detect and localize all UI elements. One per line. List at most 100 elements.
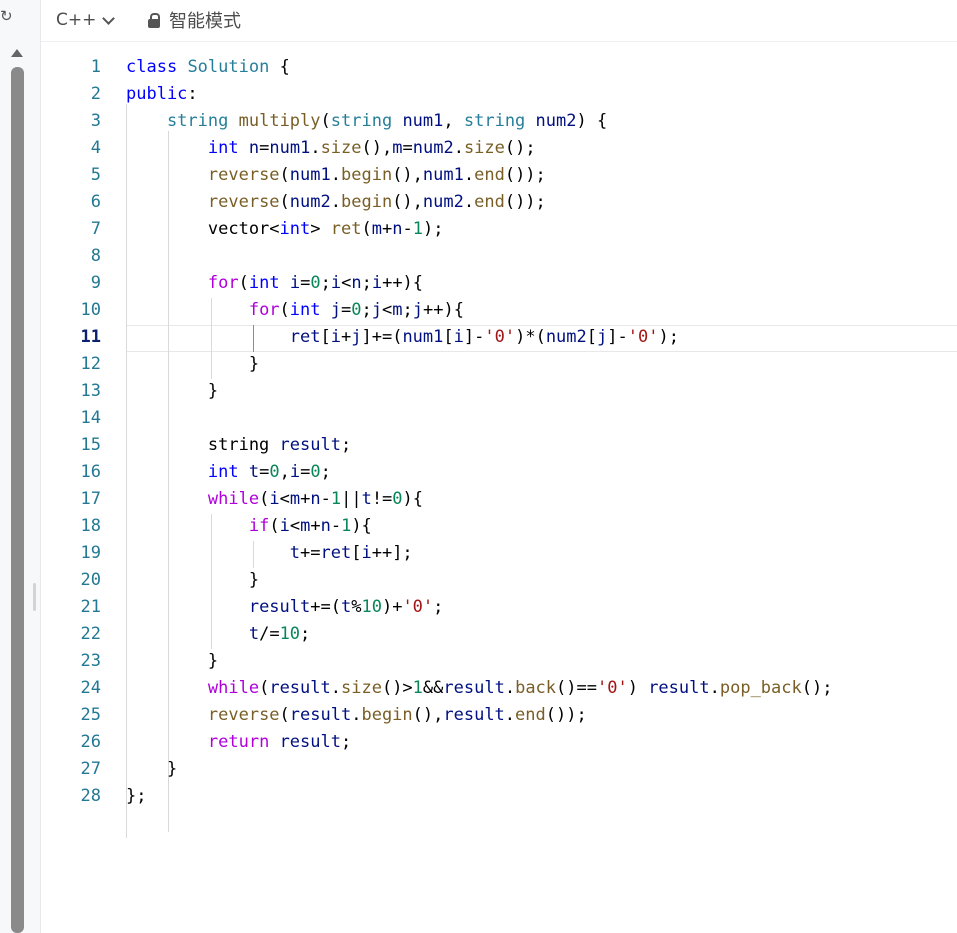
code-token: . [310, 138, 321, 158]
code-line[interactable]: 5 reverse(num1.begin(),num1.end()); [41, 162, 957, 189]
code-token: . [504, 705, 516, 725]
editor-toolbar: C++ 智能模式 [41, 0, 957, 42]
code-token: m [371, 219, 382, 239]
code-token: . [330, 165, 341, 185]
code-token: end [515, 705, 546, 725]
code-line[interactable]: 6 reverse(num2.begin(),num2.end()); [41, 189, 957, 216]
code-line[interactable]: 7 vector<int> ret(m+n-1); [41, 216, 957, 243]
code-line[interactable]: 13 } [41, 378, 957, 405]
code-line[interactable]: 18 if(i<m+n-1){ [41, 513, 957, 540]
code-token: if [248, 516, 270, 536]
code-line[interactable]: 17 while(i<m+n-1||t!=0){ [41, 486, 957, 513]
code-token: )+ [381, 597, 403, 617]
code-token: n [320, 516, 331, 536]
line-number: 13 [80, 381, 101, 401]
code-line[interactable]: 3 string multiply(string num1, string nu… [41, 108, 957, 135]
code-token: ; [361, 273, 372, 293]
code-line[interactable]: 27 } [41, 756, 957, 783]
code-token: int [289, 300, 321, 320]
code-token: size [463, 138, 505, 158]
code-text: int t=0,i=0; [126, 459, 331, 486]
line-number: 25 [80, 705, 101, 725]
code-line[interactable]: 23 } [41, 648, 957, 675]
vertical-scrollbar-thumb[interactable] [11, 67, 24, 933]
line-number: 16 [80, 462, 101, 482]
code-token: ) { [576, 111, 608, 131]
code-token: > [310, 219, 331, 239]
code-line[interactable]: 16 int t=0,i=0; [41, 459, 957, 486]
code-token: ; [320, 462, 331, 482]
code-line[interactable]: 19 t+=ret[i++]; [41, 540, 957, 567]
code-token: ; [433, 597, 444, 617]
code-token: ret [289, 327, 321, 347]
code-token: begin [361, 705, 413, 725]
code-line[interactable]: 9 for(int i=0;i<n;i++){ [41, 270, 957, 297]
code-token: + [310, 516, 321, 536]
line-number: 3 [90, 111, 101, 131]
code-editor[interactable]: 1 class Solution {2 public: 3 string multip… [41, 42, 957, 933]
line-number: 15 [80, 435, 101, 455]
code-token: (), [392, 192, 423, 212]
code-line[interactable]: 20 } [41, 567, 957, 594]
code-line[interactable]: 25 reverse(result.begin(),result.end()); [41, 702, 957, 729]
code-token: num1 [402, 327, 444, 347]
code-token: class [126, 57, 178, 77]
code-token: ret [330, 219, 362, 239]
code-line[interactable]: 26 return result; [41, 729, 957, 756]
refresh-icon[interactable]: ↻ [0, 6, 14, 26]
code-token: < [289, 516, 301, 536]
code-token: = [259, 138, 270, 158]
code-token: result [279, 435, 341, 455]
code-line[interactable]: 21 result+=(t%10)+'0'; [41, 594, 957, 621]
line-number: 20 [80, 570, 101, 590]
code-token: return [207, 732, 270, 752]
code-line[interactable]: 11 ret[i+j]+=(num1[i]-'0')*(num2[j]-'0')… [41, 324, 957, 351]
line-number: 4 [90, 138, 101, 158]
code-token: ( [279, 705, 290, 725]
language-selector[interactable]: C++ [56, 8, 116, 32]
code-token: num2 [535, 111, 577, 131]
code-line[interactable]: 12 } [41, 351, 957, 378]
code-token: && [422, 678, 444, 698]
code-line[interactable]: 1 class Solution { [41, 54, 957, 81]
code-token: begin [341, 192, 393, 212]
code-token: num1 [269, 138, 311, 158]
code-line[interactable]: 22 t/=10; [41, 621, 957, 648]
code-line[interactable]: 24 while(result.size()>1&&result.back()=… [41, 675, 957, 702]
code-token: multiply [238, 111, 321, 131]
mode-selector[interactable]: 智能模式 [148, 8, 241, 32]
code-line[interactable]: 28}; [41, 783, 957, 810]
code-token: ( [259, 678, 270, 698]
code-text: public: [126, 81, 198, 108]
code-token: . [504, 678, 516, 698]
code-token: [ [443, 327, 454, 347]
code-token: num2 [545, 327, 587, 347]
code-line[interactable]: 4 int n=num1.size(),m=num2.size(); [41, 135, 957, 162]
code-token: t [340, 597, 352, 617]
code-token: ; [300, 624, 311, 644]
language-label: C++ [56, 10, 97, 30]
line-number: 8 [90, 246, 101, 266]
code-line[interactable]: 14 [41, 405, 957, 432]
code-text: return result; [126, 729, 351, 756]
panel-resize-handle[interactable] [33, 583, 36, 611]
code-token: 0 [269, 462, 280, 482]
code-line[interactable]: 10 for(int j=0;j<m;j++){ [41, 297, 957, 324]
line-number: 10 [80, 300, 101, 320]
code-line[interactable]: 2 public: [41, 81, 957, 108]
code-token: . [330, 192, 341, 212]
code-line[interactable]: 8 [41, 243, 957, 270]
code-line[interactable]: 15 string result; [41, 432, 957, 459]
line-number: 14 [80, 408, 101, 428]
code-token: string [126, 435, 280, 455]
code-token: j [371, 300, 383, 320]
code-token: m [392, 300, 403, 320]
scroll-up-arrow-icon[interactable] [11, 49, 23, 57]
code-text: vector<int> ret(m+n-1); [126, 216, 444, 243]
